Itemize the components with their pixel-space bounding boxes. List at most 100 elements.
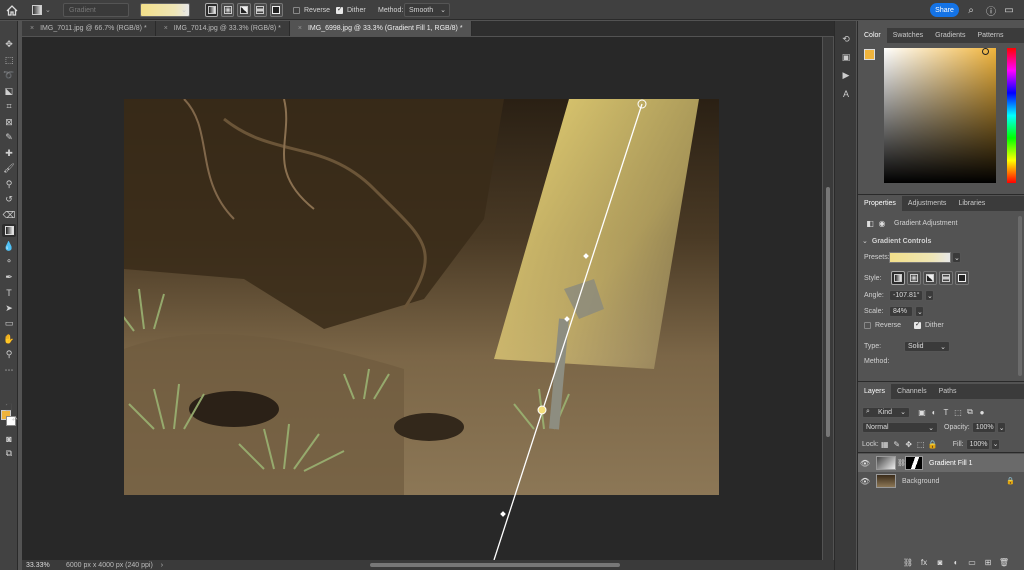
quick-mask-mode-icon[interactable]: ◙ — [2, 432, 16, 445]
more-tools-icon[interactable]: ⋯ — [2, 364, 16, 377]
gradient-controls-header[interactable]: ⌄ Gradient Controls — [862, 237, 931, 246]
zoom-tool-icon[interactable]: ⚲ — [2, 348, 16, 361]
lock-all-icon[interactable]: 🔒 — [927, 438, 939, 450]
link-icon[interactable]: ⛓ — [897, 459, 906, 467]
reflected-gradient-button[interactable] — [253, 3, 267, 17]
gradient-preset-preview[interactable] — [889, 252, 951, 263]
quick-mask-icon[interactable] — [2, 412, 16, 425]
color-field[interactable] — [884, 48, 996, 183]
dither-checkbox[interactable]: Dither — [336, 3, 366, 17]
new-layer-icon[interactable]: ⊞ — [982, 556, 994, 568]
gradient-mode-dropdown[interactable]: Gradient — [63, 3, 129, 17]
type-dropdown[interactable]: Solid ⌄ — [904, 341, 950, 352]
reverse-checkbox[interactable]: Reverse — [864, 322, 901, 329]
fill-input[interactable]: 100% — [965, 438, 990, 450]
gradient-preview[interactable]: ⌄ — [140, 3, 190, 17]
reflected-gradient-button[interactable] — [939, 271, 953, 285]
tab-patterns[interactable]: Patterns — [971, 28, 1009, 43]
linear-gradient-button[interactable] — [891, 271, 905, 285]
lock-position-icon[interactable]: ✥ — [903, 438, 915, 450]
brush-tool-icon[interactable]: 🖌 — [2, 162, 16, 175]
actions-panel-icon[interactable]: ▶ — [839, 69, 853, 82]
lasso-tool-icon[interactable]: ➰ — [2, 69, 16, 82]
gradient-midpoint-handle[interactable] — [583, 253, 589, 259]
eraser-tool-icon[interactable]: ⌫ — [2, 209, 16, 222]
dither-checkbox[interactable]: Dither — [914, 320, 944, 329]
crop-tool-icon[interactable]: ⌗ — [2, 100, 16, 113]
lock-pixels-icon[interactable]: ✎ — [891, 438, 903, 450]
method-dropdown[interactable]: Smooth ⌄ — [404, 3, 450, 17]
angle-input[interactable]: -107.81° — [889, 290, 923, 301]
foreground-color-swatch[interactable] — [864, 49, 875, 60]
adjustment-layer-icon[interactable]: ◐ — [950, 556, 962, 568]
tab-swatches[interactable]: Swatches — [887, 28, 929, 43]
screen-mode-icon[interactable]: ⧉ — [2, 447, 16, 460]
zoom-level[interactable]: 33.33% — [22, 562, 56, 569]
diamond-gradient-button[interactable] — [955, 271, 969, 285]
layer-filter-dropdown[interactable]: ⌕ Kind ⌄ — [862, 406, 910, 418]
color-picker-cursor[interactable] — [982, 48, 989, 55]
frame-tool-icon[interactable]: ⊠ — [2, 116, 16, 129]
filter-type-icon[interactable]: T — [940, 406, 952, 418]
layer-name[interactable]: Gradient Fill 1 — [929, 460, 973, 467]
character-panel-icon[interactable]: A — [839, 87, 853, 100]
gradient-midpoint-handle[interactable] — [564, 316, 570, 322]
history-panel-icon[interactable]: ⟲ — [839, 33, 853, 46]
close-icon[interactable]: × — [30, 25, 34, 32]
eyedropper-tool-icon[interactable]: ✎ — [2, 131, 16, 144]
object-selection-tool-icon[interactable]: ⬕ — [2, 85, 16, 98]
layer-row[interactable]: 👁 ⛓ Gradient Fill 1 — [858, 454, 1024, 472]
reverse-checkbox[interactable]: Reverse — [293, 3, 330, 17]
opacity-input[interactable]: 100% — [971, 422, 996, 433]
chevron-down-icon[interactable]: ⌄ — [915, 306, 924, 317]
help-icon[interactable]: ⓘ — [985, 3, 997, 18]
gradient-end-handle[interactable] — [537, 405, 547, 415]
dodge-tool-icon[interactable]: ⚬ — [2, 255, 16, 268]
marquee-tool-icon[interactable]: ⬚ — [2, 54, 16, 67]
radial-gradient-button[interactable] — [907, 271, 921, 285]
horizontal-scrollbar[interactable] — [370, 563, 620, 567]
linear-gradient-button[interactable] — [205, 3, 219, 17]
close-icon[interactable]: × — [164, 25, 168, 32]
filter-adjustment-icon[interactable]: ◐ — [928, 406, 940, 418]
healing-brush-tool-icon[interactable]: ✚ — [2, 147, 16, 160]
angle-gradient-button[interactable] — [923, 271, 937, 285]
filter-toggle-icon[interactable]: ● — [976, 406, 988, 418]
share-button[interactable]: Share — [930, 3, 959, 17]
clone-stamp-tool-icon[interactable]: ⚲ — [2, 178, 16, 191]
fx-icon[interactable]: fx — [918, 556, 930, 568]
layer-row[interactable]: 👁 Background 🔒 — [858, 472, 1024, 490]
properties-scrollbar[interactable] — [1018, 216, 1022, 376]
search-icon[interactable]: ⌕ — [965, 3, 977, 17]
document-tab[interactable]: × IMG_7011.jpg @ 66.7% (RGB/8) * — [22, 21, 156, 36]
filter-pixel-icon[interactable]: ▣ — [916, 406, 928, 418]
workspace-icon[interactable]: ▭ — [1003, 3, 1015, 17]
move-tool-icon[interactable]: ✥ — [2, 38, 16, 51]
close-icon[interactable]: × — [298, 25, 302, 32]
scroll-thumb[interactable] — [826, 187, 830, 437]
hand-tool-icon[interactable]: ✋ — [2, 333, 16, 346]
hue-slider[interactable] — [1007, 48, 1016, 183]
tab-color[interactable]: Color — [858, 28, 887, 43]
canvas-area[interactable] — [22, 37, 822, 560]
tab-paths[interactable]: Paths — [933, 384, 963, 399]
navigator-panel-icon[interactable]: ▣ — [839, 51, 853, 64]
angle-gradient-button[interactable] — [237, 3, 251, 17]
chevron-down-icon[interactable]: ⌄ — [952, 252, 961, 263]
lock-transparent-icon[interactable]: ▦ — [879, 438, 891, 450]
vertical-scrollbar[interactable] — [823, 37, 833, 560]
gradient-tool-icon[interactable] — [2, 224, 16, 237]
scale-input[interactable]: 84% — [889, 306, 913, 317]
history-brush-tool-icon[interactable]: ↺ — [2, 193, 16, 206]
tab-properties[interactable]: Properties — [858, 196, 902, 211]
blend-mode-dropdown[interactable]: Normal ⌄ — [862, 422, 938, 433]
rectangle-tool-icon[interactable]: ▭ — [2, 317, 16, 330]
trash-icon[interactable]: 🗑 — [998, 556, 1010, 568]
link-layers-icon[interactable]: ⛓ — [902, 556, 914, 568]
tab-gradients[interactable]: Gradients — [929, 28, 971, 43]
blur-tool-icon[interactable]: 💧 — [2, 240, 16, 253]
chevron-down-icon[interactable]: ⌄ — [990, 438, 1000, 450]
document-tab-active[interactable]: × IMG_6998.jpg @ 33.3% (Gradient Fill 1, … — [289, 21, 472, 36]
tab-libraries[interactable]: Libraries — [952, 196, 991, 211]
diamond-gradient-button[interactable] — [269, 3, 284, 17]
